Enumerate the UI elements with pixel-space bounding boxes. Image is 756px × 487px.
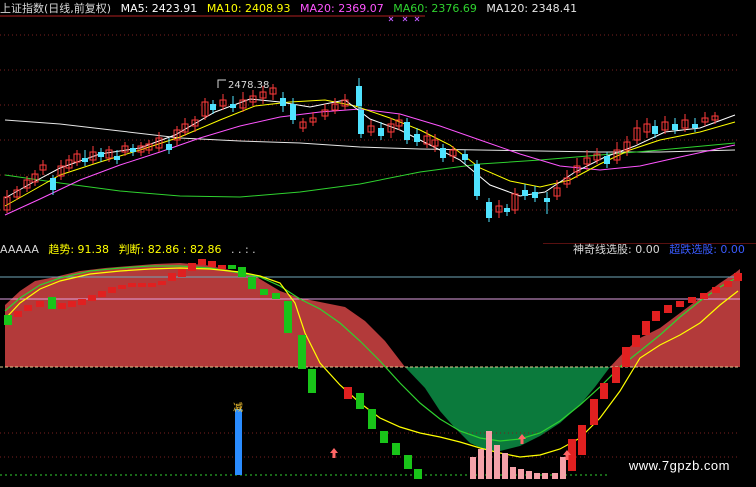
ma60-line	[4, 142, 736, 198]
candles	[3, 78, 719, 222]
red-area	[5, 263, 405, 367]
signal-marker-label: 减	[233, 402, 243, 414]
peak-annotation: 2478.38	[217, 79, 269, 91]
candlestick-chart[interactable]: 2478.38	[0, 0, 756, 240]
watermark: www.7gpzb.com	[628, 458, 730, 473]
indicator-grid	[0, 432, 740, 458]
indicator-candles	[4, 259, 742, 479]
ma120-line	[4, 119, 736, 153]
top-marker-icons	[388, 16, 420, 22]
main-grid	[0, 34, 740, 211]
ma5-line	[4, 98, 736, 199]
indicator-chart[interactable]: 减	[0, 243, 756, 487]
peak-label: 2478.38	[228, 80, 269, 91]
ma20-line	[4, 108, 736, 216]
signal-bar: 减	[233, 402, 243, 475]
